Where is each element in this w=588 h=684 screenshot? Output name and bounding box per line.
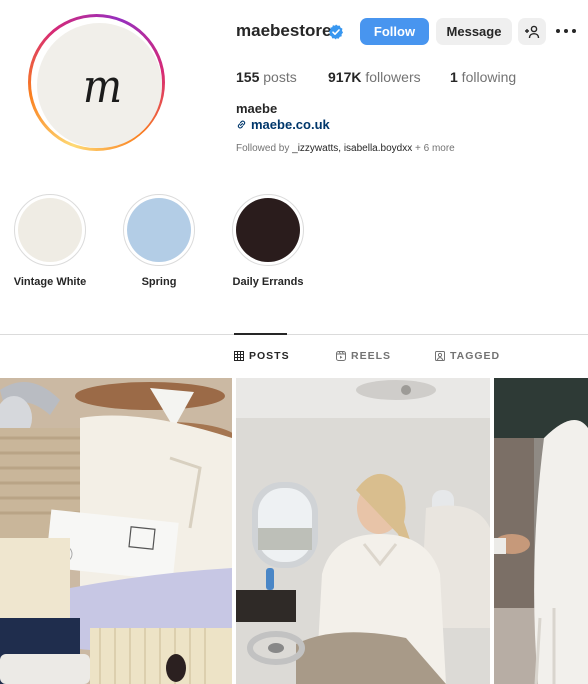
post-thumbnail-flatlay[interactable]	[0, 378, 232, 684]
followed-by-suffix: + 6 more	[412, 143, 455, 154]
profile-link-text[interactable]: maebe.co.uk	[251, 117, 330, 132]
avatar-ring-gap: m	[31, 17, 162, 148]
message-button[interactable]: Message	[436, 18, 512, 45]
highlight-cover	[127, 198, 191, 262]
tab-label: POSTS	[249, 350, 290, 362]
following-count: 1	[450, 69, 458, 85]
link-icon	[237, 120, 246, 129]
highlight-cover	[236, 198, 300, 262]
add-user-icon	[525, 25, 540, 38]
followers-label: followers	[361, 69, 421, 85]
posts-label: posts	[259, 69, 297, 85]
tab-posts[interactable]: POSTS	[234, 350, 290, 362]
tab-label: REELS	[351, 350, 392, 362]
grid-icon	[234, 351, 244, 361]
suggested-accounts-button[interactable]	[518, 18, 546, 45]
profile-display-name: maebe	[236, 101, 278, 116]
highlight-label: Daily Errands	[232, 276, 304, 288]
verified-badge-icon	[329, 24, 343, 40]
following-label: following	[457, 69, 517, 85]
reels-icon	[336, 351, 346, 361]
followed-by-text[interactable]: Followed by _izzywatts, isabella.boydxx …	[236, 143, 455, 154]
followed-by-names[interactable]: _izzywatts, isabella.boydxx	[292, 143, 412, 154]
highlight-daily-errands[interactable]	[232, 194, 304, 266]
posts-count: 155	[236, 69, 260, 85]
post-thumbnail-jet[interactable]	[236, 378, 490, 684]
followed-by-prefix: Followed by	[236, 143, 293, 154]
avatar-image: m	[37, 23, 162, 148]
active-tab-indicator	[234, 333, 287, 335]
highlight-label: Vintage White	[13, 276, 87, 288]
posts-stat: 155 posts	[236, 69, 297, 85]
post-image	[236, 378, 490, 684]
following-stat[interactable]: 1 following	[450, 69, 516, 85]
post-image	[0, 378, 232, 684]
highlight-spring[interactable]	[123, 194, 195, 266]
followers-stat[interactable]: 917K followers	[328, 69, 421, 85]
tabs-divider	[0, 334, 588, 335]
post-thumbnail-outfit[interactable]	[494, 378, 588, 684]
tab-label: TAGGED	[450, 350, 501, 362]
follow-button[interactable]: Follow	[360, 18, 429, 45]
tab-reels[interactable]: REELS	[336, 350, 391, 362]
profile-username: maebestore	[236, 21, 332, 40]
more-options-icon[interactable]	[556, 24, 576, 38]
brand-logo: m	[82, 58, 122, 113]
tab-tagged[interactable]: TAGGED	[435, 350, 500, 362]
highlight-vintage-white[interactable]	[14, 194, 86, 266]
tagged-icon	[435, 351, 445, 361]
highlight-cover	[18, 198, 82, 262]
profile-avatar[interactable]: m	[28, 14, 165, 151]
highlight-label: Spring	[141, 276, 177, 288]
profile-link[interactable]: maebe.co.uk	[236, 117, 330, 132]
post-image	[494, 378, 588, 684]
followers-count: 917K	[328, 69, 362, 85]
